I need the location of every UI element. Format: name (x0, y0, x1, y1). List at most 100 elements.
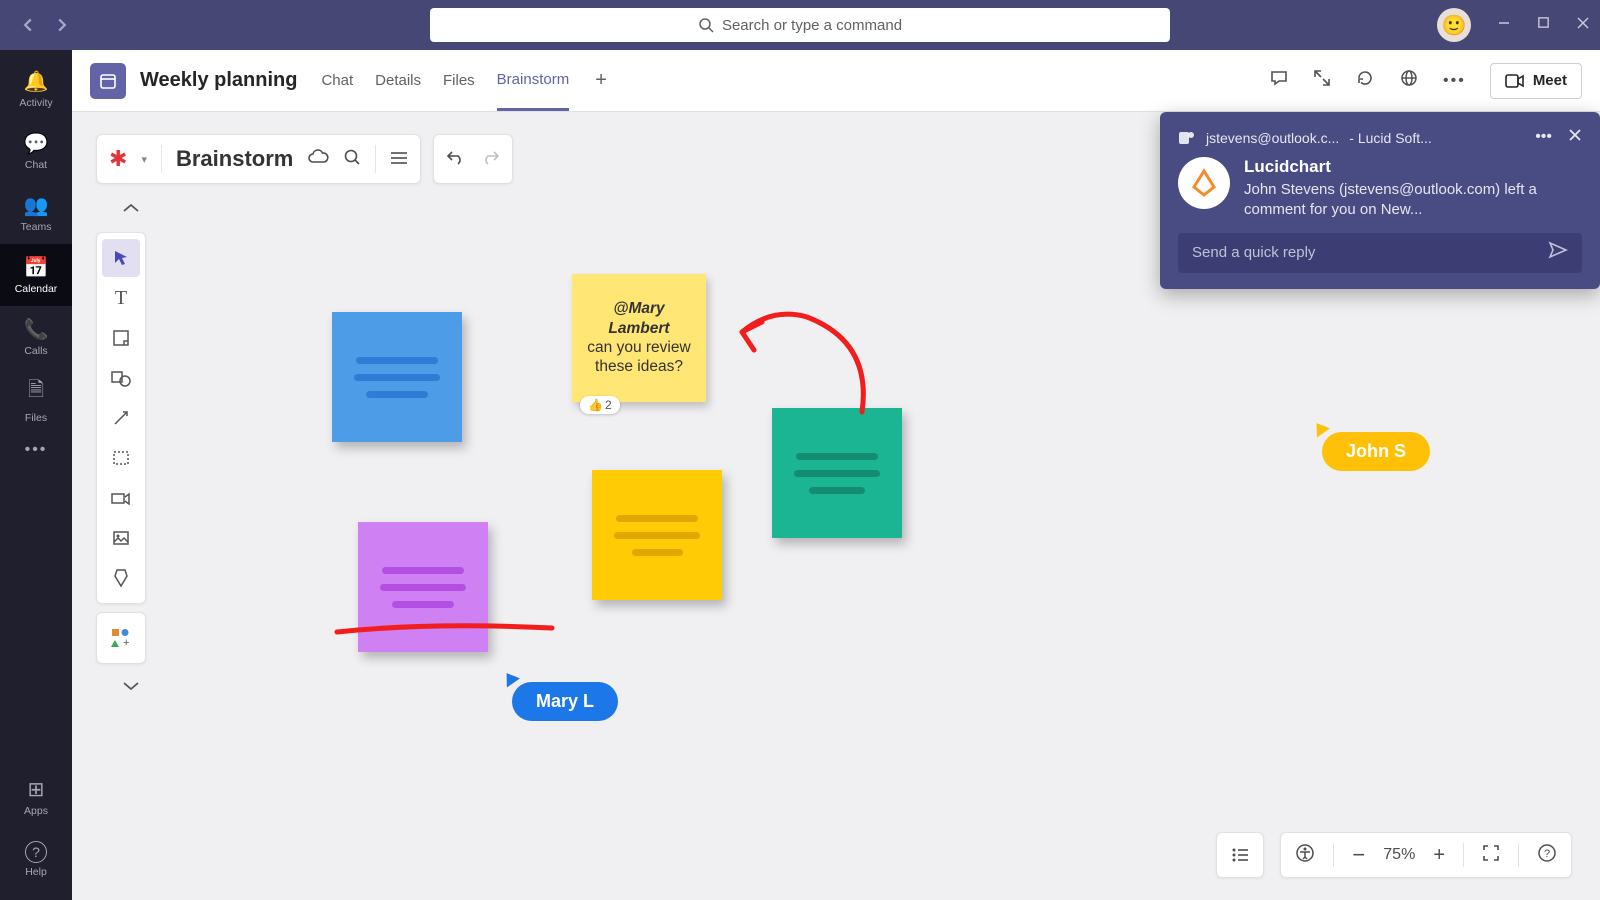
refresh-icon[interactable] (1355, 68, 1375, 94)
rail-item-chat[interactable]: 💬 Chat (0, 120, 72, 182)
window-maximize-icon[interactable] (1537, 16, 1550, 34)
collapse-chevron-up-icon[interactable] (106, 194, 156, 222)
bell-icon: 🔔 (24, 69, 49, 94)
rail-label: Files (25, 412, 47, 424)
teams-small-icon (1178, 129, 1196, 147)
shapes-library-button[interactable]: + (96, 612, 146, 664)
rail-item-files[interactable]: 🗎 Files (0, 368, 72, 430)
zoom-out-icon[interactable]: − (1352, 842, 1365, 868)
undo-icon[interactable] (446, 149, 466, 170)
app-dropdown-icon[interactable]: ▾ (141, 153, 147, 166)
search-icon (698, 17, 714, 33)
rail-label: Calls (24, 345, 47, 357)
zoom-controls: − 75% + ? (1280, 832, 1572, 878)
calendar-icon: 📅 (24, 255, 49, 280)
more-options-icon[interactable]: ••• (1443, 72, 1466, 90)
notification-toast: jstevens@outlook.c... - Lucid Soft... ••… (1160, 112, 1600, 289)
image-tool[interactable] (102, 519, 140, 557)
window-minimize-icon[interactable] (1497, 16, 1511, 35)
dynamic-tool[interactable] (102, 479, 140, 517)
redo-icon[interactable] (480, 149, 500, 170)
nav-forward-icon[interactable] (48, 11, 76, 39)
select-tool[interactable] (102, 239, 140, 277)
help-zoom-icon[interactable]: ? (1537, 843, 1557, 868)
sticky-note-teal[interactable] (772, 408, 902, 538)
reaction-count: 2 (605, 398, 612, 412)
canvas-area[interactable]: ✱ ▾ Brainstorm (72, 112, 1600, 900)
outline-button[interactable] (1216, 832, 1264, 878)
chat-icon: 💬 (24, 131, 49, 156)
line-tool[interactable] (102, 399, 140, 437)
page-title: Weekly planning (140, 69, 297, 92)
send-icon[interactable] (1548, 241, 1568, 264)
quick-reply-placeholder: Send a quick reply (1192, 244, 1315, 261)
undo-redo-toolbar (433, 134, 513, 184)
rail-item-more[interactable]: ••• (0, 430, 72, 470)
shape-tool-panel: T (96, 232, 146, 604)
container-tool[interactable] (102, 439, 140, 477)
teams-icon: 👥 (24, 193, 49, 218)
meet-label: Meet (1533, 72, 1567, 89)
phone-icon: 📞 (24, 317, 49, 342)
expand-icon[interactable] (1313, 69, 1331, 93)
avatar[interactable]: 🙂 (1437, 8, 1471, 42)
zoom-level[interactable]: 75% (1383, 846, 1415, 864)
sticky-note-blue[interactable] (332, 312, 462, 442)
cloud-status-icon[interactable] (307, 149, 329, 170)
expand-chevron-down-icon[interactable] (106, 672, 156, 700)
note-tool[interactable] (102, 319, 140, 357)
rail-label: Help (25, 866, 47, 878)
tab-add-button[interactable]: + (595, 69, 607, 92)
collaborator-cursor-john: John S (1322, 432, 1430, 471)
shape-tool[interactable] (102, 359, 140, 397)
nav-back-icon[interactable] (14, 11, 42, 39)
doc-title[interactable]: Brainstorm (176, 146, 293, 172)
sticky-note-yellow[interactable] (592, 470, 722, 600)
search-input[interactable]: Search or type a command (430, 8, 1170, 42)
tab-files[interactable]: Files (443, 50, 475, 111)
notif-title: Lucidchart (1244, 157, 1582, 177)
files-icon: 🗎 (28, 375, 44, 409)
sticky-note-purple[interactable] (358, 522, 488, 652)
app-rail: 🔔 Activity 💬 Chat 👥 Teams 📅 Calendar 📞 C… (0, 50, 72, 900)
tab-brainstorm[interactable]: Brainstorm (497, 50, 570, 111)
search-placeholder: Search or type a command (722, 17, 902, 34)
tab-details[interactable]: Details (375, 50, 421, 111)
fullscreen-icon[interactable] (1482, 844, 1500, 867)
rail-item-teams[interactable]: 👥 Teams (0, 182, 72, 244)
rail-item-activity[interactable]: 🔔 Activity (0, 58, 72, 120)
accessibility-icon[interactable] (1295, 843, 1315, 868)
reaction-badge[interactable]: 👍 2 (580, 396, 620, 414)
notif-more-icon[interactable]: ••• (1535, 128, 1552, 147)
more-icon: ••• (25, 441, 48, 459)
conversation-icon[interactable] (1269, 68, 1289, 94)
app-glyph-icon[interactable]: ✱ (109, 146, 127, 172)
sticky-note-yellow-text[interactable]: @Mary Lambert can you review these ideas… (572, 274, 706, 402)
window-close-icon[interactable] (1576, 16, 1590, 35)
notif-close-icon[interactable] (1568, 128, 1582, 147)
rail-label: Calendar (15, 283, 58, 295)
highlight-tool[interactable] (102, 559, 140, 597)
quick-reply-input[interactable]: Send a quick reply (1178, 233, 1582, 273)
meet-button[interactable]: Meet (1490, 63, 1582, 99)
title-bar: Search or type a command 🙂 (0, 0, 1600, 50)
svg-text:?: ? (1544, 848, 1550, 860)
lucidchart-logo-icon (1178, 157, 1230, 209)
apps-icon: ⊞ (28, 777, 45, 802)
rail-item-apps[interactable]: ⊞ Apps (0, 766, 72, 828)
rail-label: Activity (19, 97, 52, 109)
search-doc-icon[interactable] (343, 148, 361, 171)
menu-icon[interactable] (390, 149, 408, 170)
svg-text:+: + (123, 637, 129, 649)
thumbs-up-icon: 👍 (588, 398, 603, 412)
video-icon (1505, 74, 1525, 88)
globe-icon[interactable] (1399, 68, 1419, 94)
text-tool[interactable]: T (102, 279, 140, 317)
rail-item-calendar[interactable]: 📅 Calendar (0, 244, 72, 306)
tab-chat[interactable]: Chat (321, 50, 353, 111)
rail-item-calls[interactable]: 📞 Calls (0, 306, 72, 368)
rail-item-help[interactable]: ? Help (0, 828, 72, 890)
notif-message: John Stevens (jstevens@outlook.com) left… (1244, 180, 1582, 221)
zoom-in-icon[interactable]: + (1433, 844, 1445, 867)
cursor-label: Mary L (536, 691, 594, 711)
